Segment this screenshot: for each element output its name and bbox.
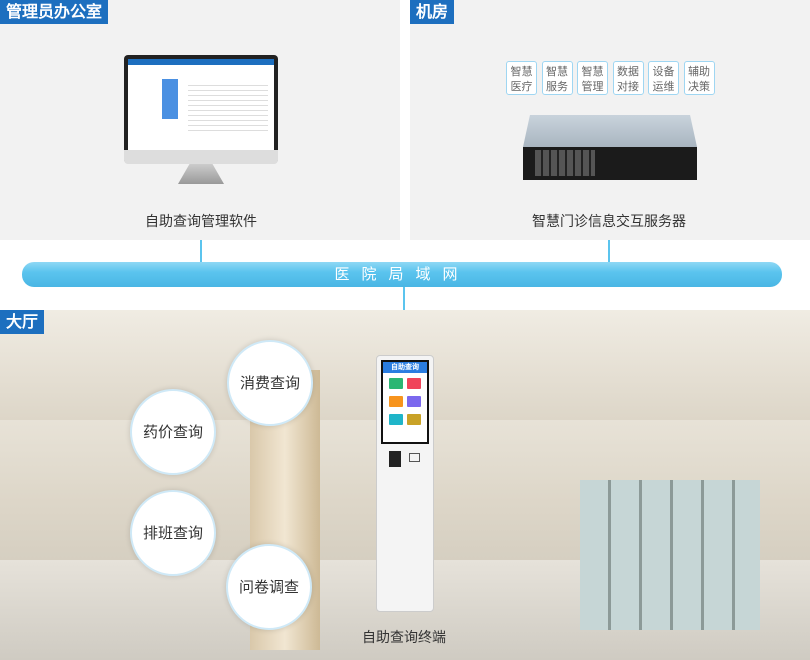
feature-chip-text: 智慧 <box>546 65 568 78</box>
feature-chip-text: 数据 <box>617 65 639 78</box>
office-tag: 管理员办公室 <box>0 0 109 24</box>
server-room-panel: 机房 智慧门诊信息交互服务器 <box>410 0 810 240</box>
feature-chip-text: 服务 <box>546 80 568 93</box>
bubble-consumption-query: 消费查询 <box>227 340 313 426</box>
bubble-schedule-query: 排班查询 <box>130 490 216 576</box>
feature-chip-text: 医疗 <box>510 80 533 93</box>
server-room-tag: 机房 <box>410 0 455 24</box>
kiosk-caption: 自助查询终端 <box>362 630 446 646</box>
feature-chip-text: 智慧 <box>581 65 604 78</box>
feature-chip: 辅助 决策 <box>683 61 715 95</box>
window-wall <box>580 480 760 630</box>
kiosk-title: 自助查询 <box>383 362 427 373</box>
monitor-foot <box>178 164 224 184</box>
feature-chip: 智慧 服务 <box>541 61 573 95</box>
monitor-stand <box>124 150 278 164</box>
feature-chip: 智慧 管理 <box>577 61 608 95</box>
hall-connector <box>403 287 405 310</box>
printer-slot <box>409 453 420 462</box>
bubble-questionnaire: 问卷调查 <box>226 544 312 630</box>
server-image <box>523 115 697 180</box>
server-caption: 智慧门诊信息交互服务器 <box>532 214 686 230</box>
feature-chip: 设备 运维 <box>648 61 679 95</box>
card-reader <box>389 451 401 467</box>
kiosk: 自助查询 <box>376 355 434 612</box>
server-connector <box>608 240 610 262</box>
feature-chip-text: 运维 <box>652 80 675 93</box>
network-pipe: 医院局域网 <box>22 262 782 287</box>
hall-tag: 大厅 <box>0 310 45 334</box>
feature-chip-text: 辅助 <box>688 65 710 78</box>
office-panel: 管理员办公室 自助查询管理软件 <box>0 0 400 240</box>
feature-chip-text: 设备 <box>652 65 675 78</box>
feature-chip: 数据 对接 <box>612 61 644 95</box>
bubble-drug-price-query: 药价查询 <box>130 389 216 475</box>
office-caption: 自助查询管理软件 <box>145 214 257 230</box>
monitor-image <box>124 55 278 163</box>
feature-chip-text: 管理 <box>581 80 604 93</box>
feature-chip-text: 对接 <box>617 80 639 93</box>
feature-chip: 智慧 医疗 <box>506 61 537 95</box>
office-connector <box>200 240 202 262</box>
feature-chip-text: 决策 <box>688 80 710 93</box>
kiosk-screen: 自助查询 <box>381 360 429 444</box>
feature-chip-text: 智慧 <box>510 65 533 78</box>
